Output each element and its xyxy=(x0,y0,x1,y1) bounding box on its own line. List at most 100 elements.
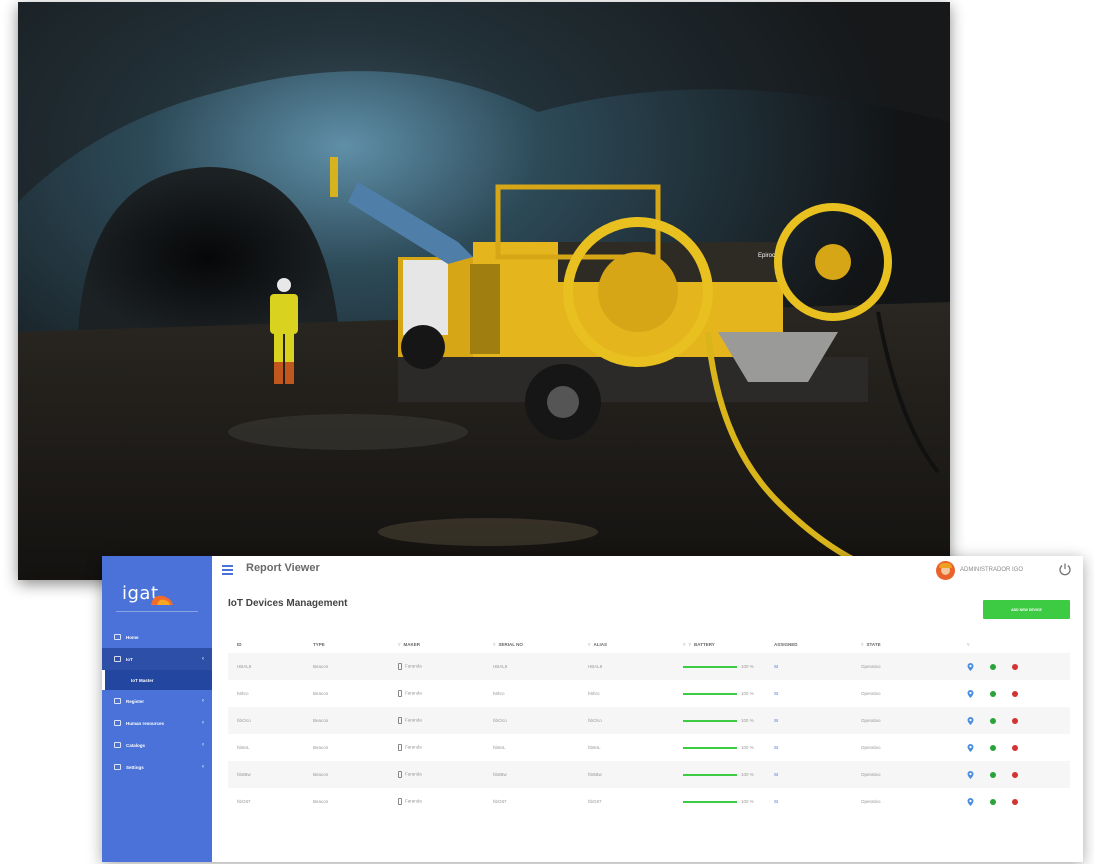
status-active-icon[interactable] xyxy=(990,663,996,670)
column-header-battery[interactable]: BATTERY xyxy=(694,642,715,647)
menu-icon[interactable] xyxy=(222,565,233,575)
table-row[interactable]: hb6Bw Beacon Faranda hb6Bw hb6Bw 100 % S… xyxy=(228,761,1070,788)
filter-icon[interactable]: ▿ xyxy=(967,642,970,648)
filter-icon[interactable]: ▿ xyxy=(683,642,686,648)
sidebar-item-catalogs[interactable]: Catalogs ‹ xyxy=(102,734,212,756)
delete-icon[interactable] xyxy=(1012,771,1018,778)
cell-id: hbG87 xyxy=(237,799,251,804)
cell-actions xyxy=(953,797,1070,806)
status-active-icon[interactable] xyxy=(990,798,996,805)
battery-bar-fill xyxy=(683,692,737,695)
cell-actions xyxy=(953,770,1070,779)
cell-state: Operativo xyxy=(861,691,881,696)
cell-maker-text: Faranda xyxy=(405,798,422,804)
column-header-type[interactable]: TYPE xyxy=(313,642,325,647)
user-name[interactable]: ADMINISTRADOR IGO xyxy=(960,567,1023,573)
cell-maker: Faranda xyxy=(398,690,493,697)
cell-alias: hb6nL xyxy=(588,745,601,750)
location-pin-icon[interactable] xyxy=(967,662,974,671)
battery-bar-fill xyxy=(683,773,737,776)
sidebar-item-register[interactable]: Register ‹ xyxy=(102,690,212,712)
cell-id: hb6Bw xyxy=(237,772,251,777)
cell-serial: hb6nL xyxy=(493,745,506,750)
column-header-alias[interactable]: ALIAS xyxy=(594,642,608,647)
location-pin-icon[interactable] xyxy=(967,743,974,752)
battery-label: 100 % xyxy=(741,691,754,696)
sidebar-item-human-resources[interactable]: Human resources ‹ xyxy=(102,712,212,734)
column-header-serial[interactable]: SERIAL NO xyxy=(499,642,523,647)
filter-icon[interactable]: ▿ xyxy=(588,642,591,648)
logo-flame-icon xyxy=(150,595,173,605)
delete-icon[interactable] xyxy=(1012,690,1018,697)
catalog-icon xyxy=(114,742,121,748)
cell-serial: hb6Bw xyxy=(493,772,507,777)
cell-type: Beacon xyxy=(313,772,329,777)
filter-icon[interactable]: ▿ xyxy=(861,642,864,648)
sidebar-item-label: Human resources xyxy=(126,720,165,726)
device-icon xyxy=(398,771,402,778)
table-row[interactable]: hb6nL Beacon Faranda hb6nL hb6nL 100 % S… xyxy=(228,734,1070,761)
column-header-id[interactable]: ID xyxy=(237,642,242,647)
cell-maker-text: Faranda xyxy=(405,717,422,723)
status-active-icon[interactable] xyxy=(990,690,996,697)
device-icon xyxy=(398,663,402,670)
epiroc-badge-text: Epiroc xyxy=(758,253,775,259)
table-row[interactable]: hbG87 Beacon Faranda hbG87 hbG87 100 % S… xyxy=(228,788,1070,815)
location-pin-icon[interactable] xyxy=(967,716,974,725)
power-icon[interactable] xyxy=(1058,562,1072,576)
battery-bar xyxy=(683,692,737,695)
avatar[interactable] xyxy=(936,561,955,580)
register-icon xyxy=(114,698,121,704)
cell-assigned: SI xyxy=(774,718,779,723)
table-row[interactable]: HBAL8 Beacon Faranda HBAL8 HBAL8 100 % S… xyxy=(228,653,1070,680)
topbar: Report Viewer ADMINISTRADOR IGO xyxy=(212,556,1083,586)
cell-state: Operativo xyxy=(861,772,881,777)
delete-icon[interactable] xyxy=(1012,663,1018,670)
chevron-right-icon: ‹ xyxy=(202,764,204,770)
cell-serial: HBAL8 xyxy=(493,664,508,669)
delete-icon[interactable] xyxy=(1012,717,1018,724)
sidebar-item-iot-master[interactable]: IoT Master xyxy=(102,670,212,690)
filter-icon[interactable]: ▿ xyxy=(398,642,401,648)
avatar-helmet xyxy=(939,563,952,568)
cell-assigned: SI xyxy=(774,799,779,804)
cell-state: Operativo xyxy=(861,664,881,669)
device-icon xyxy=(398,717,402,724)
cell-alias: hbG87 xyxy=(588,799,602,804)
sidebar-item-settings[interactable]: Settings ‹ xyxy=(102,756,212,778)
sidebar-item-label: IoT xyxy=(126,656,133,662)
cell-state: Operativo xyxy=(861,799,881,804)
add-device-button[interactable]: ADD NEW DEVICE xyxy=(983,600,1070,619)
delete-icon[interactable] xyxy=(1012,798,1018,805)
column-header-state[interactable]: STATE xyxy=(867,642,881,647)
sidebar-item-iot[interactable]: IoT ‹ xyxy=(102,648,212,670)
location-pin-icon[interactable] xyxy=(967,797,974,806)
app-title: Report Viewer xyxy=(246,562,320,574)
sidebar-item-home[interactable]: Home xyxy=(102,626,212,648)
table-row[interactable]: h6hro Beacon Faranda h6hro h6hro 100 % S… xyxy=(228,680,1070,707)
battery-bar-fill xyxy=(683,665,737,668)
status-active-icon[interactable] xyxy=(990,744,996,751)
column-header-maker[interactable]: MAKER xyxy=(404,642,421,647)
cell-state: Operativo xyxy=(861,718,881,723)
table-row[interactable]: hbCKo Beacon Faranda hbCKo hbCKo 100 % S… xyxy=(228,707,1070,734)
battery-bar xyxy=(683,719,737,722)
cell-maker: Faranda xyxy=(398,717,493,724)
cell-maker-text: Faranda xyxy=(405,690,422,696)
battery-bar-fill xyxy=(683,746,737,749)
status-active-icon[interactable] xyxy=(990,771,996,778)
battery-label: 100 % xyxy=(741,772,754,777)
location-pin-icon[interactable] xyxy=(967,689,974,698)
column-header-assigned[interactable]: ASSIGNED xyxy=(774,642,798,647)
status-active-icon[interactable] xyxy=(990,717,996,724)
cell-type: Beacon xyxy=(313,799,329,804)
filter-icon[interactable]: ▿ xyxy=(493,642,496,648)
battery-bar-fill xyxy=(683,719,737,722)
cell-type: Beacon xyxy=(313,664,329,669)
cell-type: Beacon xyxy=(313,691,329,696)
filter-icon[interactable]: ▿ xyxy=(689,642,692,648)
delete-icon[interactable] xyxy=(1012,744,1018,751)
cell-maker-text: Faranda xyxy=(405,744,422,750)
table-body: HBAL8 Beacon Faranda HBAL8 HBAL8 100 % S… xyxy=(228,653,1070,815)
location-pin-icon[interactable] xyxy=(967,770,974,779)
